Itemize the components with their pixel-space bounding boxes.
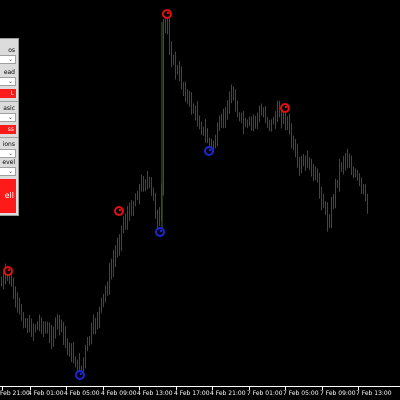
candlestick-series [1, 16, 368, 378]
time-tick-label: 4 Feb 21:00 [210, 390, 246, 397]
red-circle-marker-core [166, 11, 170, 15]
time-tick-label: 7 Feb 05:00 [283, 390, 319, 397]
red-circle-marker-core [284, 105, 288, 109]
panel-divider [0, 101, 18, 102]
chevron-down-icon: ⌄ [7, 168, 13, 175]
time-tick-label: 7 Feb 01:00 [247, 390, 283, 397]
red-circle-marker-core [118, 208, 122, 212]
red-circle-marker [280, 103, 290, 113]
panel-row3-button[interactable]: L [0, 89, 16, 98]
price-chart[interactable] [0, 0, 400, 386]
panel-row7-dropdown[interactable]: ⌄ [0, 167, 16, 176]
chevron-down-icon: ⌄ [7, 56, 13, 63]
signal-markers [3, 9, 290, 380]
blue-circle-marker-core [79, 372, 83, 376]
blue-circle-marker [155, 227, 165, 237]
time-tick-label: 4 Feb 17:00 [174, 390, 210, 397]
time-axis: Feb 21:00 4 Feb 01:00 4 Feb 05:00 4 Feb 09:… [0, 386, 400, 400]
panel-row1-label: os [8, 47, 15, 54]
trade-control-panel: os ⌄ ead ⌄ L asic ⌄ ss ions ⌄ evel ⌄ ell [0, 38, 19, 216]
time-tick-label: 4 Feb 09:00 [101, 390, 137, 397]
chevron-down-icon: ⌄ [7, 114, 13, 121]
blue-circle-marker [75, 370, 85, 380]
sell-button[interactable]: ell [0, 179, 16, 213]
blue-circle-marker-core [159, 229, 163, 233]
panel-divider [0, 137, 18, 138]
blue-circle-marker-core [208, 148, 212, 152]
panel-row4-dropdown[interactable]: ⌄ [0, 113, 16, 122]
red-circle-marker [114, 206, 124, 216]
time-tick-label: 7 Feb 09:00 [320, 390, 356, 397]
time-tick-label: 4 Feb 13:00 [137, 390, 173, 397]
panel-row2-label: ead [3, 69, 15, 76]
blue-circle-marker [204, 146, 214, 156]
panel-row7-label: evel [2, 159, 15, 166]
time-tick-label: 4 Feb 05:00 [64, 390, 100, 397]
chevron-down-icon: ⌄ [7, 78, 13, 85]
time-tick-label: Feb 21:00 [0, 390, 30, 397]
panel-row4-label: asic [3, 105, 15, 112]
panel-row5-button[interactable]: ss [0, 125, 16, 134]
red-circle-marker [162, 9, 172, 19]
panel-row6-dropdown[interactable]: ⌄ [0, 149, 16, 158]
panel-row6-label: ions [2, 141, 15, 148]
red-circle-marker-core [7, 268, 11, 272]
chart-window[interactable]: os ⌄ ead ⌄ L asic ⌄ ss ions ⌄ evel ⌄ ell… [0, 0, 400, 400]
chevron-down-icon: ⌄ [7, 150, 13, 157]
time-tick-label: 4 Feb 01:00 [28, 390, 64, 397]
time-tick-label: 7 Feb 13:00 [356, 390, 392, 397]
panel-row1-dropdown[interactable]: ⌄ [0, 55, 16, 64]
panel-row2-dropdown[interactable]: ⌄ [0, 77, 16, 86]
red-circle-marker [3, 266, 13, 276]
